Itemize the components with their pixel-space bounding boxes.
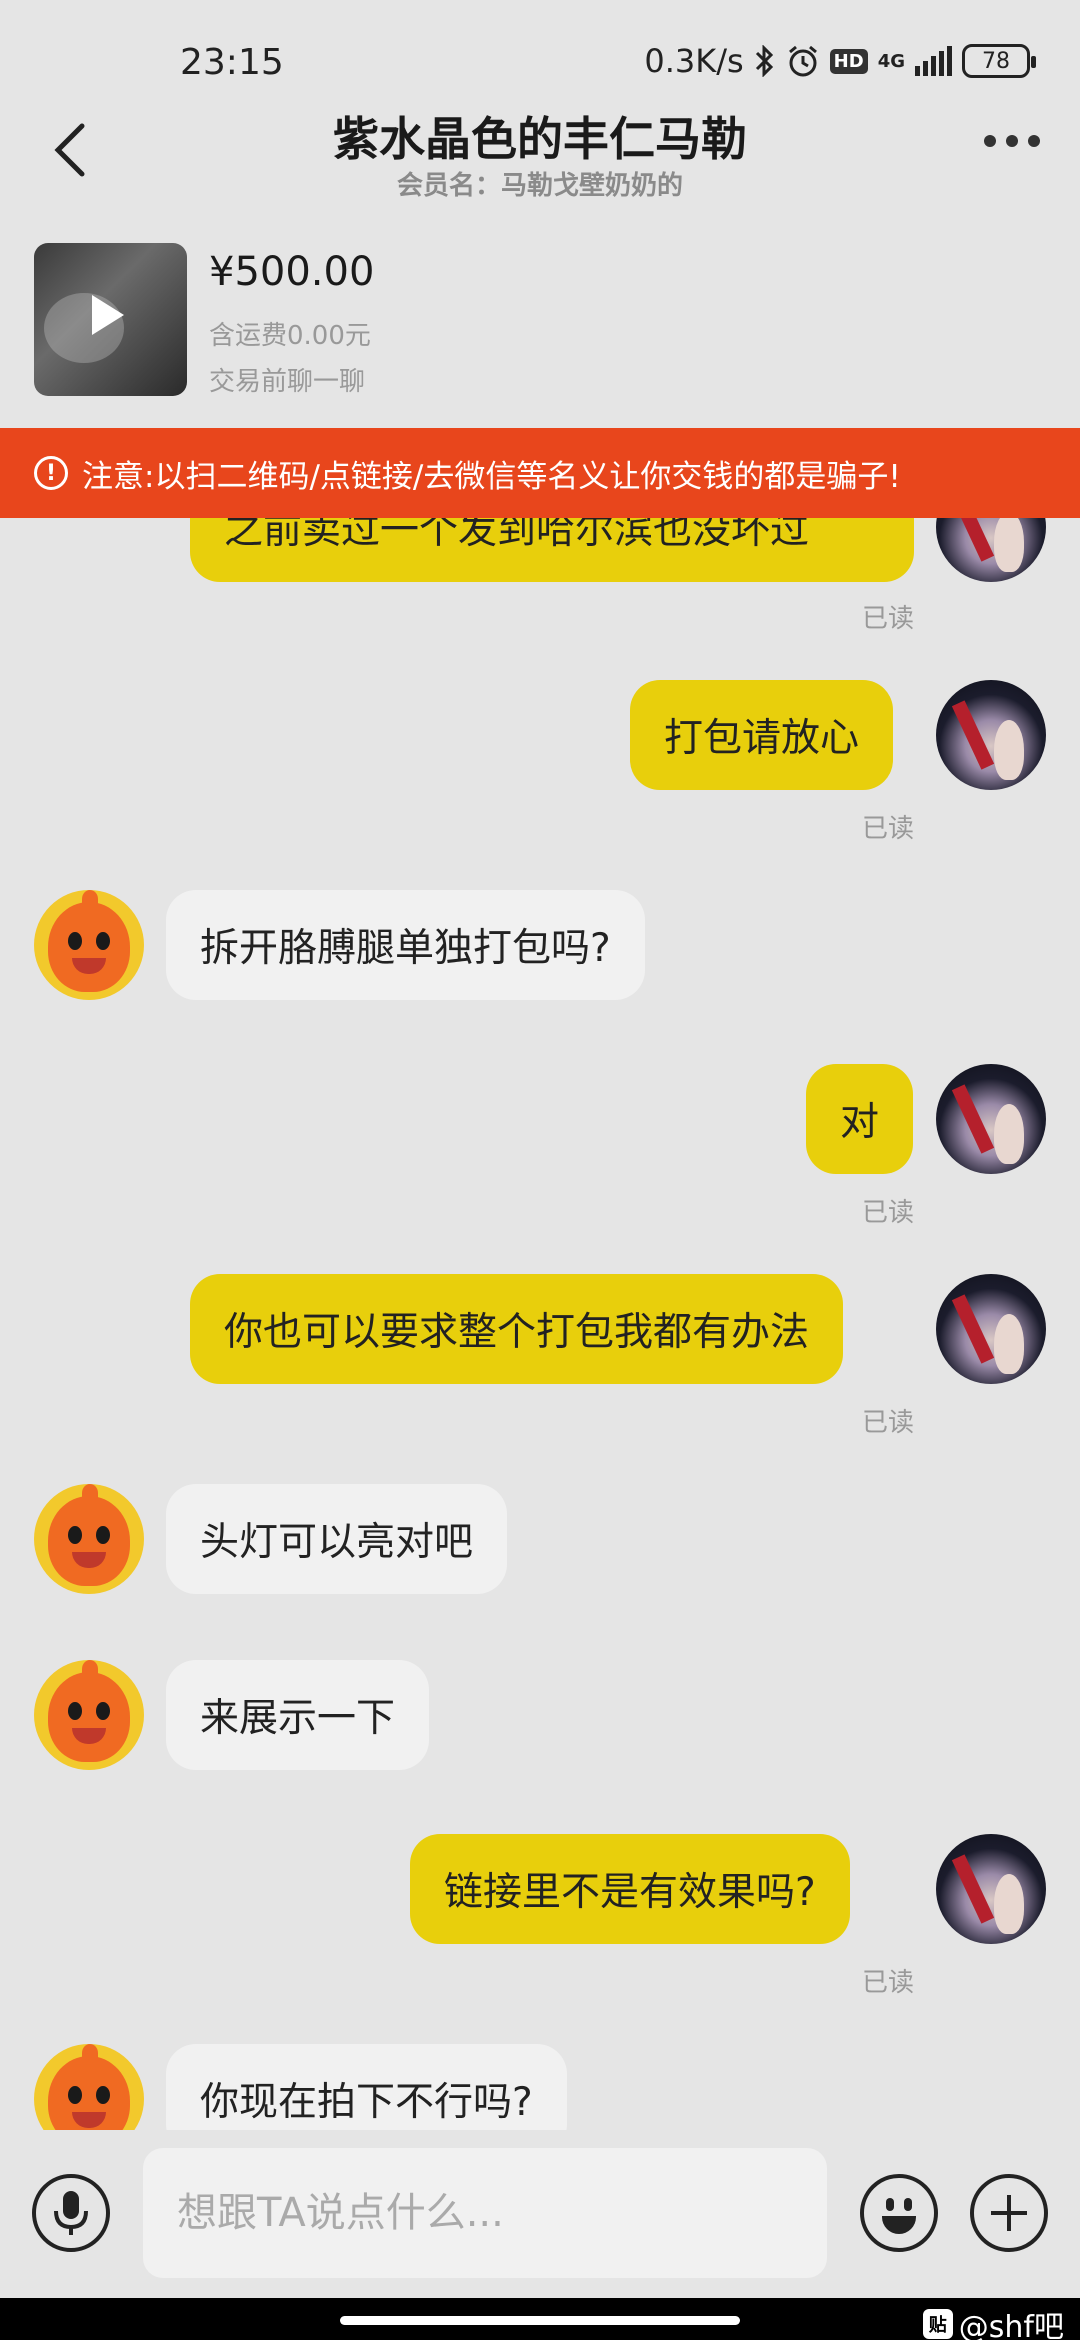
message-bubble-received[interactable]: 头灯可以亮对吧 (166, 1484, 508, 1594)
message-input-bar (0, 2130, 1080, 2298)
message-input[interactable] (143, 2148, 827, 2278)
hd-icon: HD (829, 48, 868, 74)
alarm-icon (786, 44, 820, 78)
my-avatar[interactable] (936, 1064, 1046, 1174)
warning-icon: ! (34, 456, 68, 490)
read-receipt: 已读 (862, 1968, 915, 1998)
scam-warning-banner: ! 注意:以扫二维码/点链接/去微信等名义让你交钱的都是骗子! (0, 428, 1080, 518)
bluetooth-icon (754, 45, 776, 77)
microphone-icon (54, 2191, 88, 2235)
message-list[interactable]: 之前卖过一个发到哈尔滨也没坏过 已读 打包请放心 已读 拆开胳膊腿单独打包吗? … (0, 518, 1080, 2130)
smiley-icon (882, 2216, 916, 2234)
read-receipt: 已读 (862, 1198, 915, 1228)
battery-level: 78 (982, 48, 1010, 74)
message-bubble-sent[interactable]: 链接里不是有效果吗? (410, 1834, 850, 1944)
page-title: 紫水晶色的丰仁马勒 (333, 112, 747, 166)
mascot-icon (48, 1660, 130, 1762)
read-receipt: 已读 (862, 814, 915, 844)
product-video-thumbnail[interactable] (34, 243, 187, 396)
more-dot-icon (1006, 135, 1018, 147)
product-price: ¥500.00 (209, 249, 375, 295)
read-receipt: 已读 (862, 604, 915, 634)
more-dot-icon (984, 135, 996, 147)
my-avatar[interactable] (936, 518, 1046, 582)
more-options-button[interactable] (984, 135, 1040, 147)
signal-icon (915, 46, 952, 76)
watermark: 贴 @shf吧 (922, 2302, 1064, 2340)
message-bubble-sent[interactable]: 打包请放心 (630, 680, 894, 790)
message-bubble-sent[interactable]: 之前卖过一个发到哈尔滨也没坏过 (190, 518, 914, 582)
tieba-logo-icon: 贴 (922, 2309, 953, 2339)
mascot-icon (48, 890, 130, 992)
emoji-button[interactable] (860, 2174, 938, 2252)
seller-avatar[interactable] (34, 1484, 144, 1594)
system-nav-bar: 贴 @shf吧 (0, 2298, 1080, 2340)
mascot-icon (48, 2044, 130, 2130)
my-avatar[interactable] (936, 1274, 1046, 1384)
home-indicator[interactable] (340, 2316, 740, 2325)
chat-header: 紫水晶色的丰仁马勒 会员名：马勒戈壁奶奶的 (0, 95, 1080, 215)
my-avatar[interactable] (936, 1834, 1046, 1944)
watermark-text: @shf吧 (958, 2310, 1064, 2340)
seller-avatar[interactable] (34, 2044, 144, 2130)
mascot-icon (48, 1484, 130, 1586)
product-card[interactable]: ¥500.00 含运费0.00元 交易前聊一聊 (34, 243, 1044, 398)
voice-button[interactable] (32, 2174, 110, 2252)
plus-icon (991, 2195, 1027, 2231)
message-bubble-sent[interactable]: 你也可以要求整个打包我都有办法 (190, 1274, 844, 1384)
network-speed: 0.3K/s (644, 42, 744, 80)
read-receipt: 已读 (862, 1408, 915, 1438)
network-type: 4G (877, 50, 905, 72)
shipping-fee: 含运费0.00元 (209, 321, 371, 351)
message-bubble-received[interactable]: 来展示一下 (166, 1660, 430, 1770)
play-icon (92, 295, 124, 335)
more-dot-icon (1028, 135, 1040, 147)
seller-avatar[interactable] (34, 890, 144, 1000)
message-bubble-sent[interactable]: 对 (806, 1064, 914, 1174)
message-bubble-received[interactable]: 你现在拍下不行吗? (166, 2044, 567, 2130)
status-time: 23:15 (180, 42, 284, 83)
status-icons: 0.3K/s HD 4G 78 (644, 42, 1036, 80)
battery-icon: 78 (962, 44, 1036, 78)
member-name: 会员名：马勒戈壁奶奶的 (396, 171, 683, 201)
my-avatar[interactable] (936, 680, 1046, 790)
warning-text: 注意:以扫二维码/点链接/去微信等名义让你交钱的都是骗子! (82, 458, 901, 495)
chat-note: 交易前聊一聊 (209, 367, 366, 397)
more-actions-button[interactable] (970, 2174, 1048, 2252)
message-bubble-received[interactable]: 拆开胳膊腿单独打包吗? (166, 890, 645, 1000)
seller-avatar[interactable] (34, 1660, 144, 1770)
